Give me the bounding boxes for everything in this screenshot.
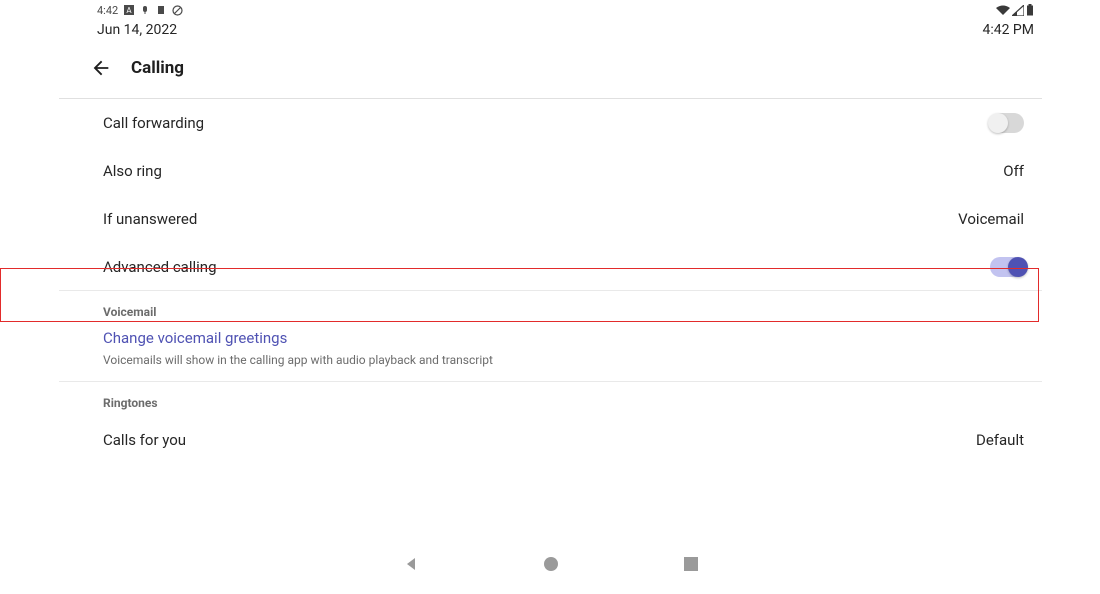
- row-call-forwarding[interactable]: Call forwarding: [59, 99, 1042, 147]
- row-value: Off: [1003, 162, 1024, 180]
- row-calls-for-you[interactable]: Calls for you Default: [59, 416, 1042, 464]
- change-voicemail-greetings-link[interactable]: Change voicemail greetings: [59, 325, 1042, 349]
- nav-recent-icon: [684, 557, 698, 571]
- row-value: Default: [976, 431, 1024, 449]
- app-a-icon: A: [124, 5, 134, 15]
- row-label: Call forwarding: [103, 114, 204, 132]
- svg-text:A: A: [127, 6, 133, 15]
- advanced-calling-toggle[interactable]: [990, 257, 1024, 277]
- nav-back-icon: [403, 556, 419, 572]
- row-label: Also ring: [103, 162, 162, 180]
- subheader: Jun 14, 2022 4:42 PM: [59, 20, 1042, 46]
- page-title: Calling: [131, 58, 184, 78]
- status-time: 4:42: [97, 4, 118, 17]
- header-time: 4:42 PM: [982, 22, 1034, 38]
- nav-back-button[interactable]: [401, 554, 421, 574]
- dnd-icon: [172, 5, 183, 16]
- signal-icon: [1012, 5, 1024, 16]
- row-value: Voicemail: [958, 210, 1024, 228]
- battery-icon: [1026, 4, 1034, 16]
- row-label: Advanced calling: [103, 258, 217, 276]
- app-bar: Calling: [59, 46, 1042, 98]
- call-forwarding-toggle[interactable]: [990, 113, 1024, 133]
- row-label: Calls for you: [103, 431, 186, 449]
- wifi-icon: [996, 5, 1010, 16]
- voicemail-help-text: Voicemails will show in the calling app …: [59, 349, 1042, 382]
- android-nav-bar: [59, 534, 1042, 594]
- section-header-ringtones: Ringtones: [59, 382, 1042, 416]
- row-advanced-calling[interactable]: Advanced calling: [59, 243, 1042, 291]
- back-button[interactable]: [89, 56, 113, 80]
- row-also-ring[interactable]: Also ring Off: [59, 147, 1042, 195]
- nav-home-icon: [543, 556, 559, 572]
- header-date: Jun 14, 2022: [97, 22, 177, 38]
- row-if-unanswered[interactable]: If unanswered Voicemail: [59, 195, 1042, 243]
- device-screen: 4:42 A Jun: [59, 0, 1042, 594]
- mic-icon: [140, 5, 150, 15]
- nav-home-button[interactable]: [541, 554, 561, 574]
- arrow-left-icon: [90, 57, 112, 79]
- android-status-bar: 4:42 A: [59, 0, 1042, 20]
- status-bar-right: [996, 4, 1034, 16]
- status-bar-left: 4:42 A: [97, 4, 183, 17]
- row-label: If unanswered: [103, 210, 197, 228]
- battery-saver-icon: [156, 5, 166, 15]
- section-header-voicemail: Voicemail: [59, 291, 1042, 325]
- nav-recent-button[interactable]: [681, 554, 701, 574]
